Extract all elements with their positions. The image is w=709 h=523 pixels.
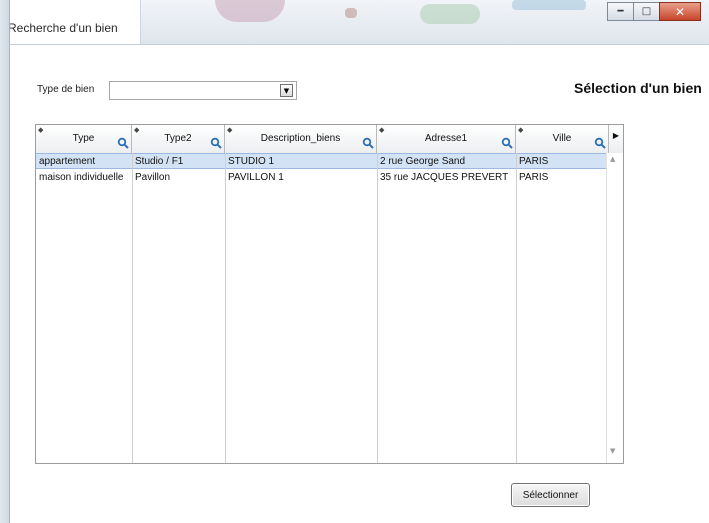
page-title: Sélection d'un bien: [574, 80, 702, 96]
vertical-scrollbar[interactable]: ▲ ▼: [606, 153, 623, 463]
search-icon[interactable]: [117, 137, 129, 149]
cell-type2: Pavillon: [135, 172, 171, 183]
cell-adresse1: 2 rue George Sand: [380, 156, 466, 167]
cell-type2: Studio / F1: [135, 156, 184, 167]
close-icon[interactable]: ✕: [659, 2, 701, 21]
search-icon[interactable]: [210, 137, 222, 149]
scroll-up-icon[interactable]: ▲: [610, 155, 615, 163]
window-controls: ━ □ ✕: [607, 2, 701, 21]
column-divider: [132, 153, 133, 463]
column-header-label: Adresse1: [424, 133, 468, 144]
cell-adresse1: 35 rue JACQUES PREVERT: [380, 172, 509, 183]
column-header-type[interactable]: ◆ Type: [36, 125, 132, 153]
column-header-adresse1[interactable]: ◆ Adresse1: [377, 125, 516, 153]
type-de-bien-select[interactable]: ▼: [109, 81, 297, 100]
column-divider: [225, 153, 226, 463]
cell-description: STUDIO 1: [228, 156, 275, 167]
column-divider: [516, 153, 517, 463]
window: Recherche d'un bien ━ □ ✕ Type de bien ▼…: [0, 0, 709, 523]
column-header-ville[interactable]: ◆ Ville: [516, 125, 609, 153]
title-bar[interactable]: Recherche d'un bien ━ □ ✕: [0, 0, 709, 45]
titlebar-decoration: [345, 8, 357, 18]
column-header-type2[interactable]: ◆ Type2: [132, 125, 225, 153]
select-button[interactable]: Sélectionner: [511, 483, 590, 507]
cell-ville: PARIS: [519, 172, 549, 183]
window-title: Recherche d'un bien: [8, 21, 118, 35]
maximize-icon[interactable]: □: [633, 2, 660, 21]
cell-type: appartement: [39, 156, 96, 167]
window-left-border: [0, 0, 10, 523]
table-row[interactable]: appartement Studio / F1 STUDIO 1 2 rue G…: [36, 153, 607, 169]
table-header: ◆ Type ◆ Type2 ◆ Description_biens ◆ Adr…: [36, 125, 623, 154]
scroll-down-icon[interactable]: ▼: [610, 447, 615, 455]
titlebar-decoration: [215, 0, 285, 22]
search-icon[interactable]: [594, 137, 606, 149]
cell-ville: PARIS: [519, 156, 549, 167]
results-table[interactable]: ◆ Type ◆ Type2 ◆ Description_biens ◆ Adr…: [35, 124, 624, 464]
title-tab: Recherche d'un bien: [0, 0, 141, 44]
chevron-down-icon[interactable]: ▼: [280, 84, 293, 97]
cell-description: PAVILLON 1: [228, 172, 284, 183]
cell-type: maison individuelle: [39, 172, 124, 183]
minimize-icon[interactable]: ━: [607, 2, 634, 21]
search-icon[interactable]: [501, 137, 513, 149]
column-header-label: Description_biens: [260, 133, 341, 144]
search-icon[interactable]: [362, 137, 374, 149]
chevron-right-icon[interactable]: ▶: [613, 131, 619, 140]
table-row[interactable]: maison individuelle Pavillon PAVILLON 1 …: [36, 170, 607, 186]
titlebar-decoration: [512, 0, 586, 10]
column-divider: [377, 153, 378, 463]
titlebar-decoration: [420, 4, 480, 24]
column-header-description[interactable]: ◆ Description_biens: [225, 125, 377, 153]
type-de-bien-label: Type de bien: [37, 84, 95, 95]
